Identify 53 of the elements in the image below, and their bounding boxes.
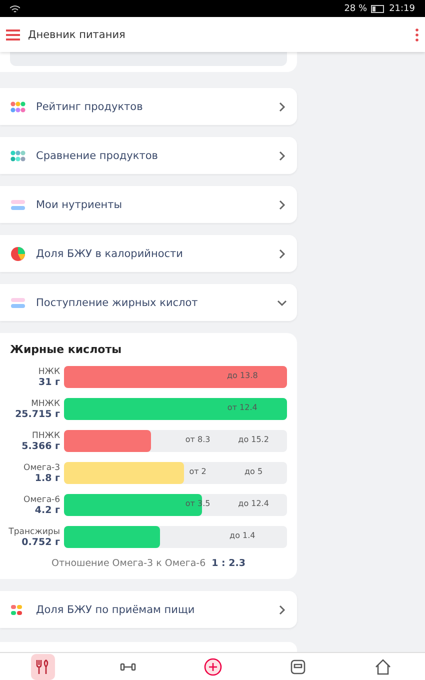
nutrient-amount: 25.715 г: [15, 408, 60, 420]
home-icon: [374, 658, 392, 674]
limit-label: от 12.4: [227, 403, 258, 412]
limit-label: до 13.8: [227, 371, 258, 380]
row-label: Доля БЖУ по приёмам пищи: [36, 604, 196, 616]
menu-icon[interactable]: [6, 28, 20, 40]
more-icon[interactable]: [415, 28, 419, 42]
battery-icon: [371, 4, 386, 12]
nutrient-name: Омега-3: [24, 462, 60, 472]
nutrient-amount: 5.366 г: [22, 440, 60, 452]
pie-chart-icon: [10, 246, 26, 262]
limit-label: до 15.2: [238, 435, 269, 444]
card-title: Жирные кислоты: [10, 343, 123, 356]
menu-row[interactable]: Доля БЖУ по приёмам пищи: [0, 591, 297, 628]
dots-icon: [10, 150, 26, 162]
nav-button[interactable]: [30, 654, 54, 680]
row-label: Сравнение продуктов: [36, 150, 159, 162]
row-label: Поступление жирных кислот: [36, 296, 199, 308]
limit-label: от 2: [189, 467, 206, 476]
menu-row[interactable]: Доля БЖУ в калорийности: [0, 235, 297, 272]
limit-label: до 1.4: [230, 531, 256, 540]
row-label: Мои нутриенты: [36, 198, 124, 210]
ratio-value: 1 : 2.3: [212, 558, 246, 569]
limit-label: до 5: [244, 467, 263, 476]
nutrient-name: МНЖК: [31, 398, 60, 408]
dumbbell-icon: [120, 660, 136, 672]
nutrient-name: Трансжиры: [8, 526, 60, 536]
toggles-icon: [10, 198, 26, 210]
nutrient-amount: 31 г: [38, 376, 60, 388]
app-title: Дневник питания: [28, 28, 126, 40]
limit-label: от 8.3: [185, 435, 210, 444]
nutrient-name: НЖК: [38, 366, 60, 376]
toggles-icon: [10, 296, 26, 308]
menu-row[interactable]: Рейтинг продуктов: [0, 88, 297, 125]
wifi-icon: [10, 4, 20, 12]
limit-label: до 12.4: [238, 499, 269, 508]
nutrient-amount: 4.2 г: [34, 504, 60, 516]
row-label: Рейтинг продуктов: [36, 100, 144, 112]
row-label: Доля БЖУ в калорийности: [36, 248, 184, 260]
nutrient-amount: 1.8 г: [34, 472, 60, 484]
battery-percent: 28 %: [344, 4, 368, 14]
fork-spoon-icon: [34, 658, 50, 674]
nutrient-amount: 0.752 г: [22, 536, 60, 548]
plus-circle-icon: [202, 656, 222, 676]
nutrient-name: Омега-6: [24, 494, 60, 504]
menu-row[interactable]: Поступление жирных кислот: [0, 284, 297, 321]
clock: 21:19: [389, 4, 415, 14]
dots-icon: [10, 100, 26, 112]
menu-row[interactable]: Мои нутриенты: [0, 186, 297, 223]
scale-icon: [290, 658, 306, 674]
nutrient-name: ПНЖК: [32, 430, 60, 440]
menu-row[interactable]: Сравнение продуктов: [0, 137, 297, 174]
ratio-label: Отношение Омега-3 к Омега-6: [51, 558, 206, 569]
